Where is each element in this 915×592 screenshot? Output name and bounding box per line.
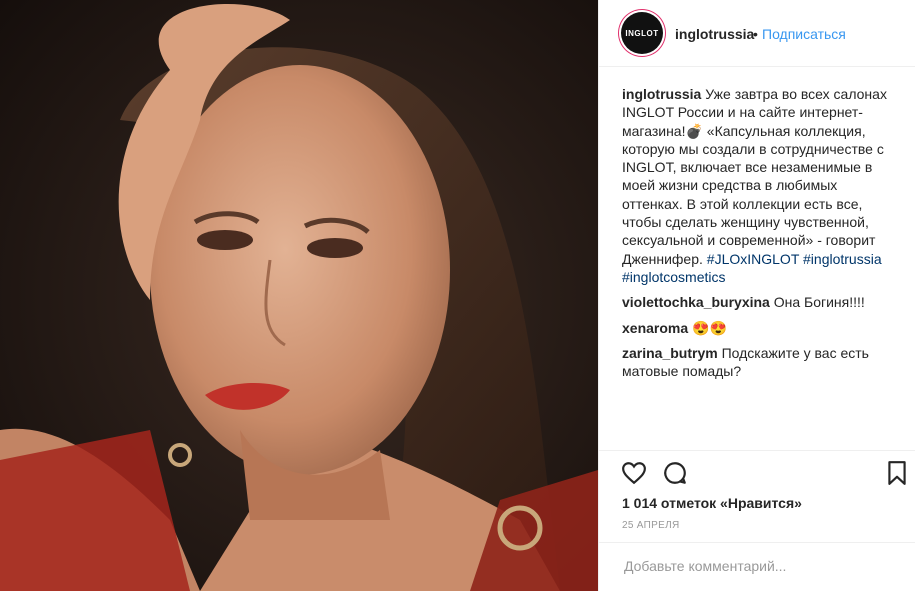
comment-item: violettochka_buryxina Она Богиня!!!!	[622, 293, 894, 311]
comment-item: zarina_butrym Подскажите у вас есть мато…	[622, 344, 894, 381]
comment-username[interactable]: violettochka_buryxina	[622, 294, 770, 310]
comments-list: inglotrussia Уже завтра во всех салонах …	[622, 85, 894, 387]
comment-input[interactable]	[622, 557, 896, 575]
avatar-logo-text: INGLOT	[625, 28, 659, 38]
comment-text: 😍😍	[692, 319, 727, 336]
follow-button[interactable]: Подписаться	[762, 26, 846, 42]
hashtag-link[interactable]: #inglotrussia	[803, 251, 882, 267]
bookmark-icon[interactable]	[884, 460, 910, 486]
post-actions: 1 014 отметок «Нравится» 25 АПРЕЛЯ	[599, 450, 915, 591]
header-separator: •	[753, 26, 758, 42]
hashtag-link[interactable]: #JLOxINGLOT	[707, 251, 799, 267]
post-date: 25 АПРЕЛЯ	[622, 520, 680, 531]
comment-item: xenaroma 😍😍	[622, 319, 894, 337]
post-header: INGLOT inglotrussia • Подписаться	[599, 0, 915, 67]
caption: inglotrussia Уже завтра во всех салонах …	[622, 85, 894, 286]
avatar[interactable]: INGLOT	[621, 12, 663, 54]
likes-count[interactable]: 1 014 отметок «Нравится»	[622, 495, 802, 511]
post-photo-image	[0, 0, 598, 591]
post-photo[interactable]	[0, 0, 598, 591]
comment-icon[interactable]	[662, 460, 688, 486]
comment-username[interactable]: zarina_butrym	[622, 345, 718, 361]
instagram-post: INGLOT inglotrussia • Подписаться inglot…	[0, 0, 915, 591]
header-username[interactable]: inglotrussia	[675, 26, 754, 42]
hashtag-link[interactable]: #inglotcosmetics	[622, 269, 726, 285]
comment-username[interactable]: xenaroma	[622, 320, 688, 336]
comment-text: Она Богиня!!!!	[773, 294, 865, 311]
post-sidebar: INGLOT inglotrussia • Подписаться inglot…	[598, 0, 915, 591]
add-comment-box	[599, 542, 915, 592]
heart-icon[interactable]	[621, 460, 647, 486]
caption-username[interactable]: inglotrussia	[622, 86, 701, 102]
caption-text: Уже завтра во всех салонах INGLOT России…	[622, 86, 887, 267]
